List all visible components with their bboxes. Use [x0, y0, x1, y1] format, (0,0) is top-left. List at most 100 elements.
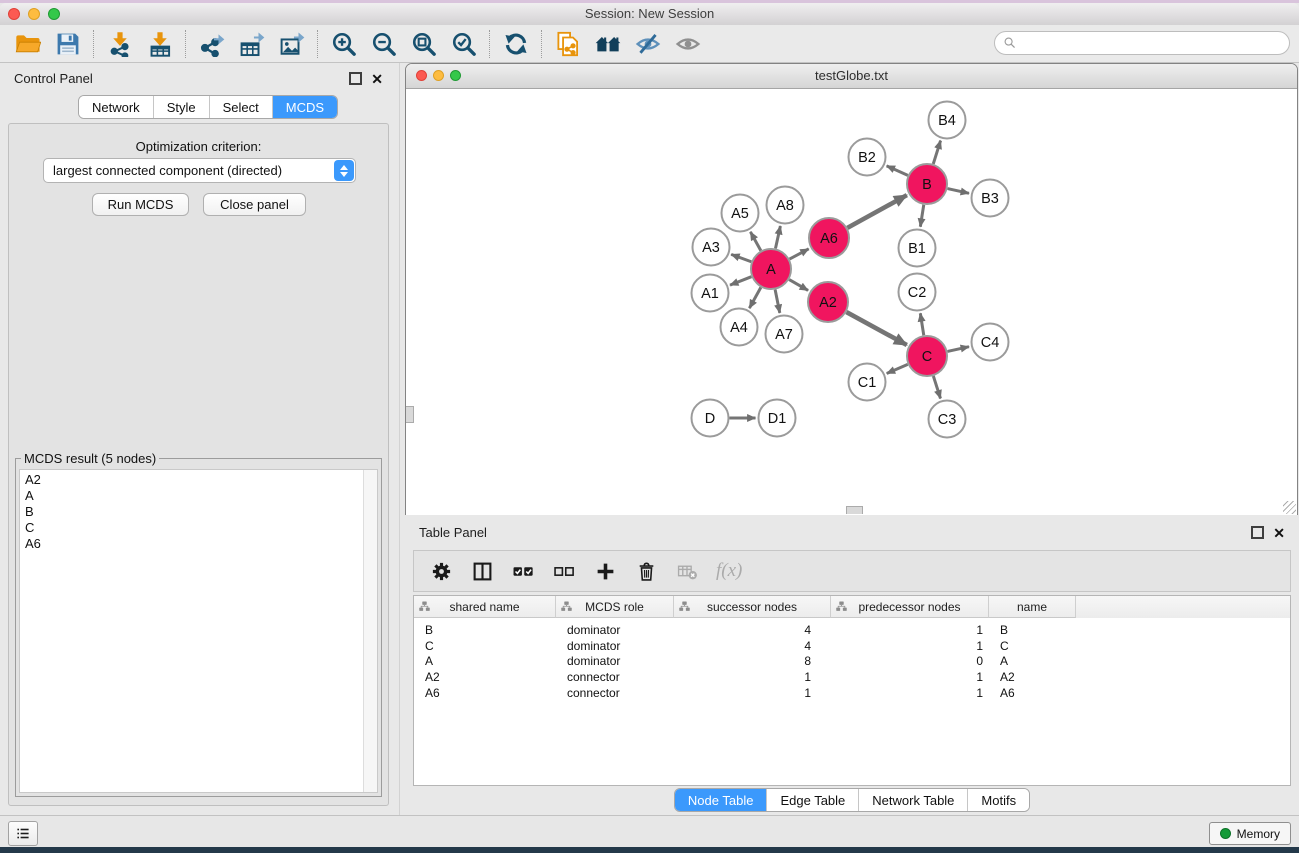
table-tab-edge-table[interactable]: Edge Table [766, 789, 858, 811]
result-item-a6[interactable]: A6 [20, 536, 377, 552]
edge-C-C3[interactable] [933, 376, 940, 398]
node-c2[interactable]: C2 [899, 274, 936, 311]
minimize-traffic-light[interactable] [28, 8, 40, 20]
edge-C-C2[interactable] [920, 313, 923, 335]
column-header-name[interactable]: name [989, 596, 1076, 618]
node-b[interactable]: B [907, 164, 947, 204]
node-a6[interactable]: A6 [809, 218, 849, 258]
close-panel-button[interactable]: Close panel [203, 193, 306, 216]
table-tab-node-table[interactable]: Node Table [675, 789, 767, 811]
save-session-button[interactable] [48, 27, 88, 61]
table-row[interactable]: A6connector11A6 [414, 685, 1290, 701]
result-item-a[interactable]: A [20, 488, 377, 504]
run-mcds-button[interactable]: Run MCDS [92, 193, 189, 216]
dropdown-stepper-icon[interactable] [334, 160, 354, 181]
node-d1[interactable]: D1 [759, 400, 796, 437]
edge-A6-B[interactable] [847, 195, 906, 228]
node-c1[interactable]: C1 [849, 364, 886, 401]
network-window-titlebar[interactable]: testGlobe.txt [406, 64, 1297, 89]
edge-A-A4[interactable] [749, 287, 760, 308]
close-table-panel-icon[interactable]: ✕ [1273, 527, 1285, 539]
edge-B-B1[interactable] [920, 205, 923, 227]
delete-column-button[interactable] [634, 559, 658, 583]
result-item-b[interactable]: B [20, 504, 377, 520]
node-a5[interactable]: A5 [722, 195, 759, 232]
column-header-successor-nodes[interactable]: successor nodes [674, 596, 831, 618]
edge-A-A2[interactable] [789, 280, 808, 291]
zoom-traffic-light[interactable] [48, 8, 60, 20]
edge-B-B4[interactable] [933, 141, 940, 164]
status-menu-button[interactable] [8, 821, 38, 846]
export-network-button[interactable] [192, 27, 232, 61]
node-a8[interactable]: A8 [767, 187, 804, 224]
memory-button[interactable]: Memory [1209, 822, 1291, 845]
new-network-from-selection-button[interactable] [548, 27, 588, 61]
edge-A-A1[interactable] [730, 277, 751, 285]
result-scrollbar[interactable] [363, 470, 377, 792]
network-close-traffic-light[interactable] [416, 70, 427, 81]
float-panel-icon[interactable] [349, 72, 362, 85]
network-canvas[interactable]: B4B2BB3A5A8A6A3B1AA1C2A2A4A7C4CC1C3DD1 [406, 89, 1297, 515]
window-resize-grip[interactable] [1283, 501, 1296, 514]
zoom-selected-button[interactable] [444, 27, 484, 61]
edge-C-C4[interactable] [947, 347, 969, 352]
tab-network[interactable]: Network [79, 96, 153, 118]
export-table-button[interactable] [232, 27, 272, 61]
panel-splitter[interactable] [399, 63, 400, 815]
zoom-out-button[interactable] [364, 27, 404, 61]
edge-B-B3[interactable] [947, 189, 969, 194]
zoom-fit-button[interactable] [404, 27, 444, 61]
node-a3[interactable]: A3 [693, 229, 730, 266]
optimization-criterion-dropdown[interactable]: largest connected component (directed) [43, 158, 356, 183]
node-d[interactable]: D [692, 400, 729, 437]
edge-A-A6[interactable] [790, 249, 809, 259]
import-table-button[interactable] [140, 27, 180, 61]
edge-A2-C[interactable] [846, 312, 906, 345]
result-item-c[interactable]: C [20, 520, 377, 536]
column-header-predecessor-nodes[interactable]: predecessor nodes [831, 596, 989, 618]
edge-B-B2[interactable] [887, 166, 908, 176]
node-a7[interactable]: A7 [766, 316, 803, 353]
deselect-all-rows-button[interactable] [552, 559, 576, 583]
show-all-panels-button[interactable] [588, 27, 628, 61]
add-column-button[interactable] [593, 559, 617, 583]
tab-mcds[interactable]: MCDS [272, 96, 337, 118]
network-zoom-traffic-light[interactable] [450, 70, 461, 81]
node-a[interactable]: A [751, 249, 791, 289]
node-b2[interactable]: B2 [849, 139, 886, 176]
edge-A-A7[interactable] [775, 290, 780, 313]
column-header-MCDS-role[interactable]: MCDS role [556, 596, 674, 618]
zoom-in-button[interactable] [324, 27, 364, 61]
import-network-button[interactable] [100, 27, 140, 61]
apply-layout-button[interactable] [496, 27, 536, 61]
table-row[interactable]: Cdominator41C [414, 638, 1290, 654]
toggle-columns-button[interactable] [470, 559, 494, 583]
float-table-panel-icon[interactable] [1251, 526, 1264, 539]
node-b1[interactable]: B1 [899, 230, 936, 267]
show-graphics-details-button[interactable] [668, 27, 708, 61]
table-settings-button[interactable] [429, 559, 453, 583]
search-input[interactable] [1022, 35, 1281, 51]
tab-select[interactable]: Select [209, 96, 272, 118]
node-a4[interactable]: A4 [721, 309, 758, 346]
result-item-a2[interactable]: A2 [20, 472, 377, 488]
select-all-rows-button[interactable] [511, 559, 535, 583]
table-row[interactable]: Adominator80A [414, 654, 1290, 670]
table-row[interactable]: A2connector11A2 [414, 669, 1290, 685]
table-tab-network-table[interactable]: Network Table [858, 789, 967, 811]
node-b4[interactable]: B4 [929, 102, 966, 139]
search-box[interactable] [994, 31, 1290, 55]
column-header-shared-name[interactable]: shared name [414, 596, 556, 618]
table-tab-motifs[interactable]: Motifs [967, 789, 1029, 811]
export-image-button[interactable] [272, 27, 312, 61]
node-c3[interactable]: C3 [929, 401, 966, 438]
bottom-splitter-handle[interactable] [846, 506, 863, 514]
hide-panels-button[interactable] [628, 27, 668, 61]
node-a1[interactable]: A1 [692, 275, 729, 312]
edge-A-A5[interactable] [750, 232, 760, 251]
close-panel-icon[interactable]: ✕ [371, 73, 383, 85]
table-row[interactable]: Bdominator41B [414, 622, 1290, 638]
close-traffic-light[interactable] [8, 8, 20, 20]
left-splitter-handle[interactable] [406, 406, 414, 423]
network-minimize-traffic-light[interactable] [433, 70, 444, 81]
